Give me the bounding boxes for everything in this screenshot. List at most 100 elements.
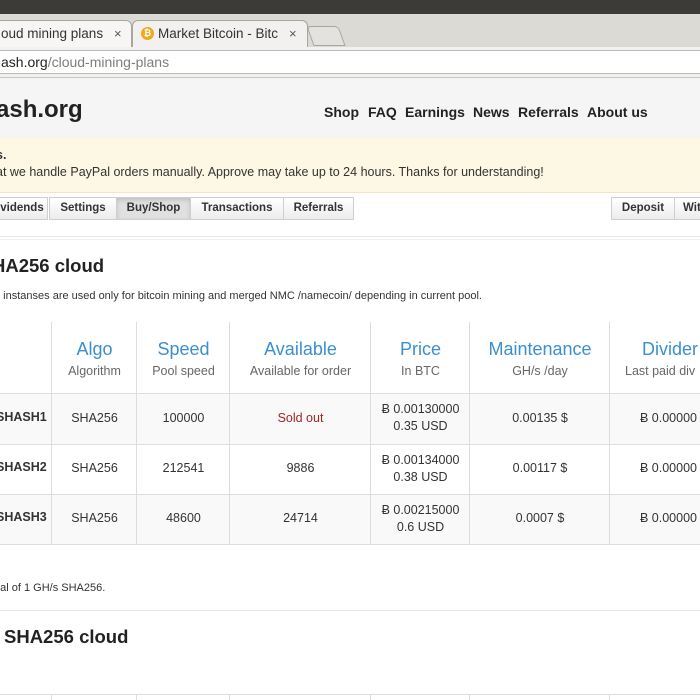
- deposit-button[interactable]: Deposit: [611, 197, 675, 220]
- dividend-value: Ƀ 0.00000: [640, 511, 697, 525]
- tab-title: Market Bitcoin - Bitc: [158, 26, 279, 41]
- cell-maintenance: 0.00135 $: [469, 393, 610, 444]
- cell-available: Sold out: [229, 393, 371, 444]
- maintenance-value: 0.0007 $: [515, 511, 565, 525]
- header-subtitle: Last paid div: [625, 364, 696, 378]
- speed-value: 48600: [166, 511, 201, 525]
- cell-algo: SHA256: [51, 444, 137, 494]
- plan-name: SHASH3: [0, 510, 47, 524]
- header-title: Divider: [642, 339, 699, 359]
- dividend-value: Ƀ 0.00000: [640, 411, 697, 425]
- cell-available: 9886: [229, 444, 371, 494]
- header-subtitle: Algorithm: [68, 364, 121, 378]
- cell-maintenance: 0.0007 $: [469, 494, 610, 544]
- header-dividend: Divider Last paid div: [609, 322, 700, 393]
- section-divider: [0, 610, 700, 611]
- divider: [0, 236, 700, 237]
- cell-price: Ƀ 0.00134000 0.38 USD: [370, 444, 470, 494]
- footnote: ual of 1 GH/s SHA256.: [0, 582, 106, 594]
- browser-tab-market-bitcoin[interactable]: ₿ Market Bitcoin - Bitc ×: [132, 20, 308, 47]
- dividend-value: Ƀ 0.00000: [640, 461, 697, 475]
- cell-price: Ƀ 0.00130000 0.35 USD: [370, 393, 470, 444]
- header-algo: Algo Algorithm: [51, 322, 137, 393]
- header-title: Price: [399, 339, 441, 359]
- cell-price: Ƀ 0.00215000 0.6 USD: [370, 494, 470, 544]
- subnav-transactions[interactable]: Transactions: [190, 197, 284, 220]
- bitcoin-favicon-icon: ₿: [141, 27, 154, 40]
- cell-algo: SHA256: [51, 393, 137, 444]
- section-title-sha256: HA256 cloud: [0, 255, 105, 276]
- second-table-col-divider: [370, 694, 371, 700]
- subnav-referrals[interactable]: Referrals: [283, 197, 354, 220]
- plan-name: SHASH2: [0, 460, 47, 474]
- price-btc: Ƀ 0.00130000: [381, 402, 460, 416]
- algo-value: SHA256: [71, 511, 118, 525]
- nav-about-us[interactable]: About us: [587, 104, 648, 120]
- address-bar[interactable]: ash.org/cloud-mining-plans: [0, 50, 700, 74]
- nav-news[interactable]: News: [473, 104, 510, 120]
- cell-available: 24714: [229, 494, 371, 544]
- price-usd: 0.38 USD: [393, 470, 448, 484]
- maintenance-value: 0.00117 $: [512, 461, 568, 475]
- nav-referrals[interactable]: Referrals: [518, 104, 579, 120]
- section-title-sha256-2: SHA256 cloud: [4, 626, 129, 647]
- alert-title: s.: [0, 148, 7, 162]
- second-table-col-divider: [469, 694, 470, 700]
- cell-dividend: Ƀ 0.00000: [609, 393, 700, 444]
- cell-speed: 212541: [136, 444, 230, 494]
- nav-faq[interactable]: FAQ: [368, 104, 397, 120]
- cell-speed: 100000: [136, 393, 230, 444]
- second-table-col-divider: [609, 694, 610, 700]
- plan-name: SHASH1: [0, 410, 47, 424]
- maintenance-value: 0.00135 $: [512, 411, 568, 425]
- subnav-dividends[interactable]: vidends: [0, 197, 48, 220]
- price-btc: Ƀ 0.00134000: [381, 453, 460, 467]
- price-usd: 0.35 USD: [393, 419, 448, 433]
- withdraw-button[interactable]: Wit: [674, 197, 700, 220]
- header-subtitle: In BTC: [401, 364, 440, 378]
- divider: [0, 239, 700, 240]
- algo-value: SHA256: [71, 461, 118, 475]
- header-title: Available: [264, 339, 337, 359]
- price-btc: Ƀ 0.00215000: [381, 503, 460, 517]
- url-domain: ash.org: [1, 54, 48, 70]
- header-subtitle: Available for order: [249, 364, 352, 378]
- cell-speed: 48600: [136, 494, 230, 544]
- table-bottom-border: [0, 544, 700, 545]
- cell-algo: SHA256: [51, 494, 137, 544]
- nav-shop[interactable]: Shop: [324, 104, 359, 120]
- tab-title: oud mining plans: [1, 26, 104, 41]
- subnav-buy-shop[interactable]: Buy/Shop: [116, 197, 191, 220]
- cell-maintenance: 0.00117 $: [469, 444, 610, 494]
- tab-close-icon[interactable]: ×: [289, 21, 297, 47]
- header-title: Algo: [76, 339, 113, 359]
- new-tab-button[interactable]: [306, 26, 346, 46]
- header-price: Price In BTC: [370, 322, 470, 393]
- header-subtitle: Pool speed: [152, 364, 215, 378]
- header-subtitle: GH/s /day: [512, 364, 568, 378]
- header-title: Speed: [157, 339, 210, 359]
- header-available: Available Available for order: [229, 322, 371, 393]
- algo-value: SHA256: [71, 411, 118, 425]
- alert-text: at we handle PayPal orders manually. App…: [0, 165, 544, 179]
- tab-close-icon[interactable]: ×: [114, 21, 122, 47]
- second-table-col-divider: [51, 694, 52, 700]
- site-brand[interactable]: ash.org: [0, 96, 83, 124]
- mining-plans-table: Algo Algorithm Speed Pool speed Availabl…: [0, 322, 700, 544]
- header-speed: Speed Pool speed: [136, 322, 230, 393]
- header-title: Maintenance: [488, 339, 592, 359]
- browser-tab-cloud-mining[interactable]: oud mining plans ×: [0, 20, 132, 47]
- available-value: 24714: [283, 511, 318, 525]
- cell-dividend: Ƀ 0.00000: [609, 494, 700, 544]
- available-value: 9886: [286, 461, 315, 475]
- section-description: d instanses are used only for bitcoin mi…: [0, 290, 482, 302]
- second-table-col-divider: [229, 694, 230, 700]
- subnav-settings[interactable]: Settings: [49, 197, 117, 220]
- speed-value: 100000: [162, 411, 205, 425]
- url-path: /cloud-mining-plans: [47, 54, 170, 70]
- price-usd: 0.6 USD: [396, 520, 445, 534]
- second-table-top-border: [0, 694, 700, 695]
- sold-out-status: Sold out: [277, 411, 324, 425]
- nav-earnings[interactable]: Earnings: [405, 104, 465, 120]
- second-table-col-divider: [136, 694, 137, 700]
